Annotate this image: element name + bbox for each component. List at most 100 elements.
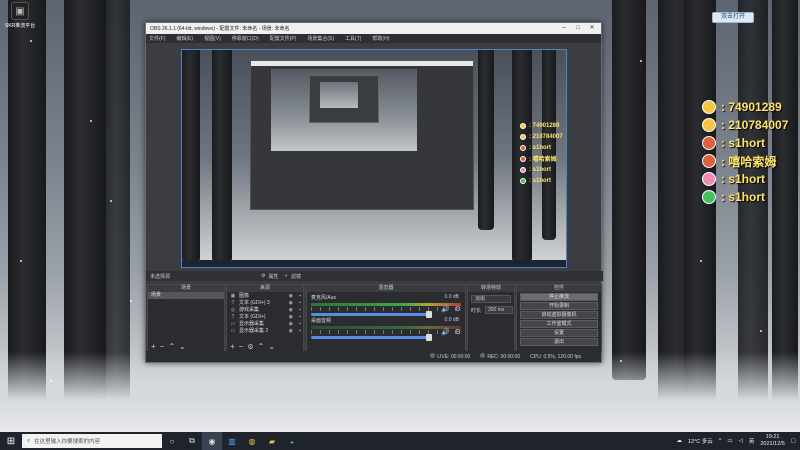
menu-profile[interactable]: 配置文件(P) (270, 35, 297, 42)
obs-titlebar[interactable]: OBS 26.1.1 (64-bit, windows) - 配置文件: 未命名… (146, 23, 601, 34)
volume-slider[interactable] (311, 334, 432, 341)
gear-icon[interactable]: ⚙ (247, 343, 253, 351)
obs-window[interactable]: OBS 26.1.1 (64-bit, windows) - 配置文件: 未命名… (145, 22, 603, 363)
start-virtual-camera-button[interactable]: 启动虚拟摄像机 (520, 311, 598, 319)
overlay-text: : s1hort (721, 190, 766, 204)
exit-button[interactable]: 退出 (520, 338, 598, 346)
menu-edit[interactable]: 编辑(E) (176, 35, 193, 42)
lock-icon[interactable]: ▪ (299, 314, 301, 320)
live-dot-icon (430, 353, 436, 358)
move-down-icon[interactable]: ⌄ (179, 342, 186, 351)
visibility-eye-icon[interactable]: ◉ (289, 293, 293, 299)
lock-icon[interactable]: ▪ (299, 300, 301, 306)
studio-mode-button[interactable]: 工作室模式 (520, 320, 598, 328)
mixer-channel: 桌面音频 0.0 dB 🔊 ⚙ (307, 315, 465, 341)
source-item[interactable]: ◎ 游戏采集 ◉ ▪ (227, 306, 303, 314)
taskbar-search[interactable]: ⌕ 在这里输入你要搜索的内容 (22, 434, 162, 448)
source-item[interactable]: T 文本 (GDI+) 3 ◉ ▪ (227, 299, 303, 307)
store-icon[interactable]: ▥ (222, 432, 242, 450)
cortana-icon[interactable]: ○ (162, 432, 182, 450)
lock-icon[interactable]: ▪ (299, 293, 301, 299)
transitions-dock: 转场特效 淡出 时长 300 ms (467, 284, 515, 352)
weather-icon: ☁ (676, 438, 682, 444)
properties-button[interactable]: ⚙ 属性 (261, 273, 279, 280)
network-icon[interactable]: ▭ (727, 438, 732, 444)
source-item[interactable]: ▭ 显示器采集 ◉ ▪ (227, 320, 303, 328)
windows-start-icon[interactable]: ⊞ (0, 432, 22, 450)
speaker-icon[interactable]: 🔊 (441, 305, 450, 313)
filters-button[interactable]: ◐ 滤镜 (285, 273, 301, 280)
preview-canvas[interactable]: : 74901289 : 210784007 : s1hort : 嘻哈索姆 :… (181, 49, 567, 268)
source-item[interactable]: ▭ 显示器采集 2 ◉ ▪ (227, 327, 303, 335)
preview-overlay-text: : s1hort (529, 177, 552, 184)
source-item[interactable]: ▣ 图像 ◉ ▪ (227, 292, 303, 300)
obs-taskbar-icon[interactable]: ◉ (202, 432, 222, 450)
clock-date: 2021/12/5 (760, 441, 785, 447)
menu-file[interactable]: 文件(F) (149, 35, 165, 42)
lock-icon[interactable]: ▪ (299, 328, 301, 334)
scene-item[interactable]: 场景 (148, 292, 224, 299)
visibility-eye-icon[interactable]: ◉ (289, 307, 293, 313)
source-item[interactable]: T 文本 (GDI+) ◉ ▪ (227, 313, 303, 321)
rec-status: REC: 00:00:00 (480, 353, 520, 360)
scenes-dock: 场景 场景 + − ⌃ ⌄ (147, 284, 225, 352)
desktop-shortcut[interactable]: ▣ SKR推流平台 (4, 2, 36, 29)
settings-button[interactable]: 设置 (520, 329, 598, 337)
wechat-icon (520, 177, 526, 184)
move-up-icon[interactable]: ⌃ (258, 342, 265, 351)
stop-streaming-button[interactable]: 停止推流 (520, 293, 598, 301)
speaker-icon[interactable]: 🔊 (441, 328, 450, 336)
task-view-icon[interactable]: ⧉ (182, 432, 202, 450)
add-icon[interactable]: + (151, 342, 156, 351)
overlay-text: : 嘻哈索姆 (721, 154, 777, 169)
chrome-icon[interactable]: ◍ (242, 432, 262, 450)
add-icon[interactable]: + (230, 342, 235, 351)
display-capture-icon: ▭ (230, 327, 236, 334)
notification-icon[interactable]: ▢ (791, 438, 796, 444)
duration-input[interactable]: 300 ms (485, 306, 514, 314)
transitions-dock-title: 转场特效 (468, 285, 514, 292)
minimize-icon[interactable]: – (557, 23, 571, 34)
close-icon[interactable]: ✕ (585, 23, 599, 34)
remove-icon[interactable]: − (239, 342, 244, 351)
rec-time: REC: 00:00:00 (487, 354, 521, 360)
overlay-text: : 210784007 (721, 118, 789, 132)
bilibili-icon (520, 166, 526, 173)
folder-icon[interactable]: ▰ (262, 432, 282, 450)
preview-overlay-text: : s1hort (529, 166, 552, 173)
visibility-eye-icon[interactable]: ◉ (289, 300, 293, 306)
gear-icon[interactable]: ⚙ (455, 305, 461, 313)
visibility-eye-icon[interactable]: ◉ (289, 321, 293, 327)
maximize-icon[interactable]: □ (571, 23, 585, 34)
transition-select[interactable]: 淡出 (471, 295, 511, 303)
search-icon: ⌕ (27, 437, 31, 444)
input-lang[interactable]: 英 (749, 437, 755, 445)
display-capture-icon: ▭ (230, 320, 236, 327)
overlay-text: : 74901289 (721, 100, 782, 114)
weather-text[interactable]: 12°C 多云 (688, 437, 713, 445)
lock-icon[interactable]: ▪ (299, 307, 301, 313)
image-icon: ▣ (230, 292, 236, 299)
move-down-icon[interactable]: ⌄ (268, 342, 275, 351)
lock-icon[interactable]: ▪ (299, 321, 301, 327)
menu-tools[interactable]: 工具(T) (345, 35, 361, 42)
remove-icon[interactable]: − (160, 342, 165, 351)
volume-icon[interactable]: ◁ (739, 438, 743, 444)
menu-docks[interactable]: 停靠窗口(D) (232, 35, 259, 42)
tray-chevron-icon[interactable]: ^ (719, 438, 722, 444)
visibility-eye-icon[interactable]: ◉ (289, 314, 293, 320)
gear-icon[interactable]: ⚙ (455, 328, 461, 336)
channel-name: 麦克风/Aux (311, 295, 337, 301)
source-label: 图像 (239, 293, 250, 299)
channel-db: 0.0 dB (444, 317, 459, 323)
menu-view[interactable]: 视图(V) (204, 35, 221, 42)
visibility-eye-icon[interactable]: ◉ (289, 328, 293, 334)
floating-badge[interactable]: 双击打开 (712, 12, 754, 23)
menu-scene-collection[interactable]: 场景集合(S) (307, 35, 334, 42)
edge-icon[interactable]: ◒ (282, 432, 302, 450)
move-up-icon[interactable]: ⌃ (168, 342, 175, 351)
clock[interactable]: 19:21 2021/12/5 (760, 434, 784, 448)
start-recording-button[interactable]: 开始录制 (520, 302, 598, 310)
menu-help[interactable]: 帮助(H) (372, 35, 389, 42)
overlay-text: : s1hort (721, 172, 766, 186)
